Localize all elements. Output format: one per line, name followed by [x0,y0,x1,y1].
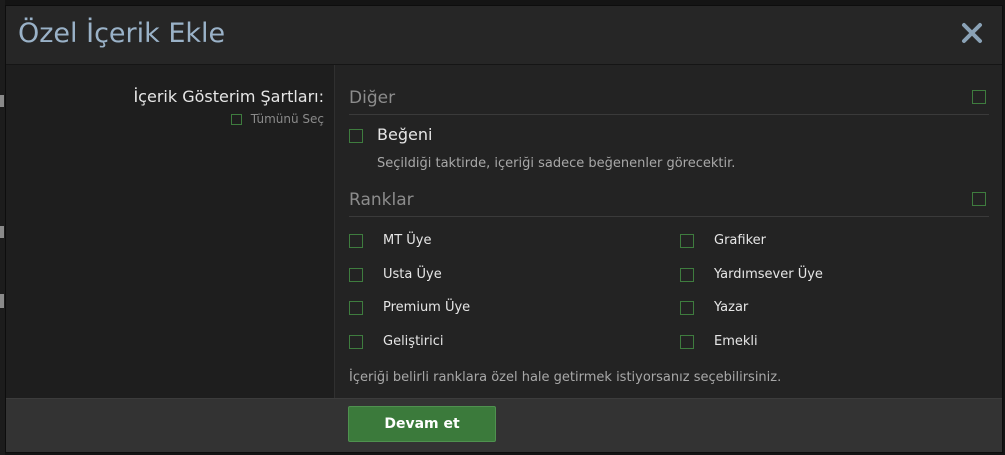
conditions-label: İçerik Gösterim Şartları: [133,87,324,106]
close-button[interactable] [960,21,984,45]
section-ranks-header: Ranklar [349,189,989,217]
backdrop-fragment [0,294,4,308]
rank-checkbox[interactable] [349,268,363,282]
rank-checkbox[interactable] [680,268,694,282]
section-ranks-select-all-checkbox[interactable] [972,192,986,206]
close-icon [962,23,982,43]
dialog-footer: Devam et [6,398,1002,452]
rank-label: Yardımsever Üye [714,267,823,282]
ranks-note: İçeriği belirli ranklara özel hale getir… [349,370,782,385]
add-custom-content-dialog: Özel İçerik Ekle İçerik Gösterim Şartlar… [5,5,1003,453]
section-other-header: Diğer [349,87,989,115]
dialog-title: Özel İçerik Ekle [18,18,226,49]
rank-label: Geliştirici [383,334,444,349]
backdrop-fragment [0,226,4,238]
rank-checkbox[interactable] [349,301,363,315]
options-column: Diğer Beğeni Seçildiği taktirde, içeriği… [335,65,1002,399]
select-all-toggle[interactable]: Tümünü Seç [230,112,324,126]
rank-label: MT Üye [383,233,432,248]
rank-checkbox[interactable] [680,234,694,248]
backdrop-fragment [0,95,4,107]
rank-label: Emekli [714,334,758,349]
section-other-title: Diğer [349,88,396,108]
select-all-checkbox[interactable] [230,113,242,125]
conditions-column: İçerik Gösterim Şartları: Tümünü Seç [6,65,335,399]
rank-label: Usta Üye [383,267,442,282]
continue-button[interactable]: Devam et [348,406,496,442]
dialog-header: Özel İçerik Ekle [6,6,1002,65]
like-checkbox[interactable] [349,129,363,143]
rank-label: Grafiker [714,233,766,248]
section-ranks-title: Ranklar [349,190,414,210]
select-all-label: Tümünü Seç [250,112,324,126]
like-label: Beğeni [377,125,433,144]
rank-checkbox[interactable] [680,301,694,315]
rank-label: Premium Üye [383,300,471,315]
rank-checkbox[interactable] [680,335,694,349]
like-description: Seçildiği taktirde, içeriği sadece beğen… [377,156,736,171]
rank-checkbox[interactable] [349,335,363,349]
rank-checkbox[interactable] [349,234,363,248]
section-other-select-all-checkbox[interactable] [972,90,986,104]
rank-label: Yazar [714,300,749,315]
